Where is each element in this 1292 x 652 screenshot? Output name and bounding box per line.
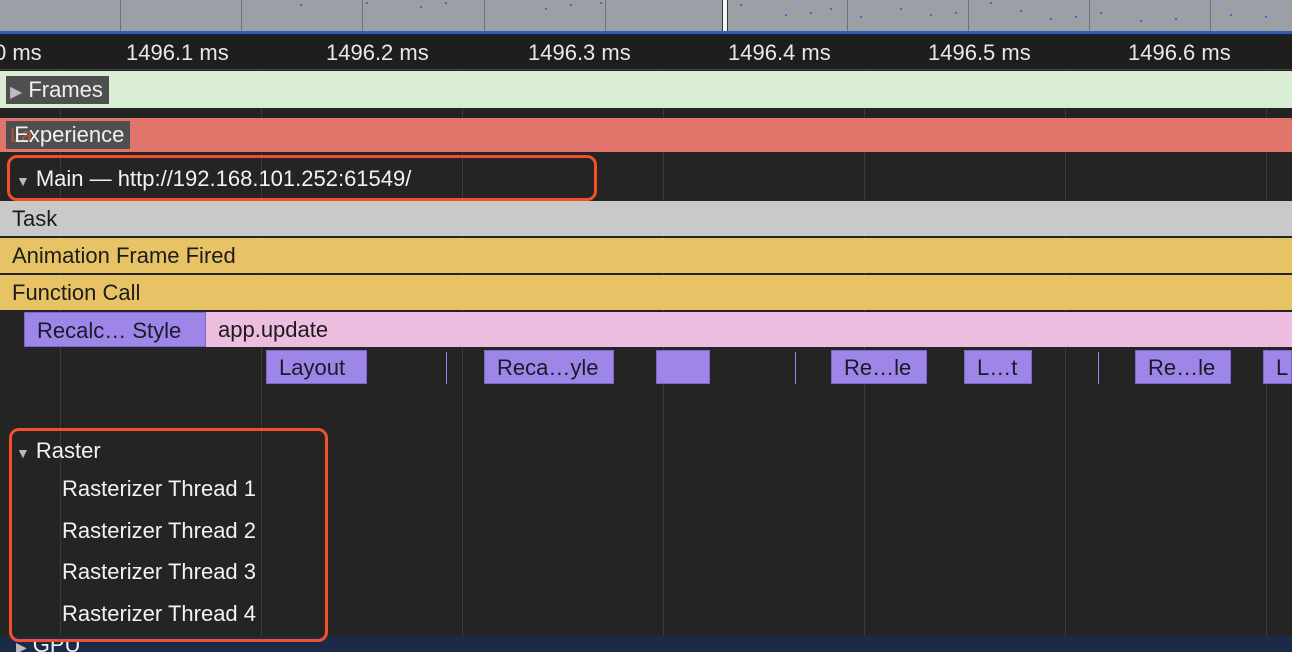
- overview-divider: [605, 0, 606, 32]
- ruler-tick: 0 ms: [0, 40, 42, 65]
- overview-sample: [545, 8, 547, 10]
- overview-sample: [445, 2, 447, 4]
- overview-sample: [1265, 16, 1267, 18]
- overview-sample: [1175, 18, 1177, 20]
- overview-sample: [810, 12, 812, 14]
- recalc-style-event[interactable]: Re…le: [831, 350, 927, 384]
- overview-divider: [847, 0, 848, 32]
- recalc-style-event[interactable]: Re…le: [1135, 350, 1231, 384]
- overview-divider: [120, 0, 121, 32]
- overview-sample: [420, 6, 422, 8]
- tiny-event[interactable]: [795, 352, 796, 384]
- overview-sample: [740, 4, 742, 6]
- overview-sample: [600, 2, 602, 4]
- overview-sample: [785, 14, 787, 16]
- function-call-bar[interactable]: Function Call: [0, 275, 1292, 310]
- rendering-event[interactable]: [656, 350, 710, 384]
- overview-window-handle[interactable]: [722, 0, 728, 32]
- recalc-style-bar[interactable]: Recalc… Style: [24, 312, 206, 347]
- animation-frame-bar[interactable]: Animation Frame Fired: [0, 238, 1292, 273]
- ruler-tick: 1496.3 ms: [528, 40, 631, 65]
- ruler-tick: 1496.1 ms: [126, 40, 229, 65]
- ruler-tick: 1496.4 ms: [728, 40, 831, 65]
- overview-divider: [968, 0, 969, 32]
- main-thread-highlight: [7, 155, 597, 201]
- overview-sample: [300, 4, 302, 6]
- layout-event[interactable]: L…t: [964, 350, 1032, 384]
- overview-sample: [1140, 20, 1142, 22]
- layout-event[interactable]: Layout: [266, 350, 367, 384]
- overview-divider: [241, 0, 242, 32]
- ruler-tick: 1496.5 ms: [928, 40, 1031, 65]
- layout-event[interactable]: L…: [1263, 350, 1292, 384]
- overview-divider: [484, 0, 485, 32]
- overview-divider: [1089, 0, 1090, 32]
- time-ruler: 0 ms 1496.1 ms 1496.2 ms 1496.3 ms 1496.…: [0, 34, 1292, 70]
- raster-highlight: [9, 428, 328, 642]
- experience-track-header[interactable]: LaExperience: [6, 121, 131, 149]
- overview-sample: [900, 8, 902, 10]
- overview-sample: [955, 12, 957, 14]
- overview-sample: [1230, 14, 1232, 16]
- timeline-overview[interactable]: [0, 0, 1292, 32]
- overview-sample: [570, 4, 572, 6]
- overview-sample: [1020, 10, 1022, 12]
- recalc-style-event[interactable]: Reca…yle: [484, 350, 614, 384]
- overview-sample: [1100, 12, 1102, 14]
- overview-divider: [362, 0, 363, 32]
- ruler-tick: 1496.6 ms: [1128, 40, 1231, 65]
- frames-label: Frames: [28, 77, 103, 102]
- expand-triangle-icon: ▶: [10, 84, 23, 101]
- overview-sample: [990, 2, 992, 4]
- experience-track[interactable]: LaExperience: [0, 118, 1292, 152]
- frames-track[interactable]: ▶ Frames: [0, 71, 1292, 108]
- tiny-event[interactable]: [446, 352, 447, 384]
- overview-sample: [1075, 16, 1077, 18]
- overview-sample: [830, 8, 832, 10]
- task-bar[interactable]: Task: [0, 201, 1292, 236]
- overview-sample: [930, 14, 932, 16]
- ruler-tick: 1496.2 ms: [326, 40, 429, 65]
- app-update-bar[interactable]: app.update: [206, 312, 1292, 347]
- overview-sample: [860, 16, 862, 18]
- expand-triangle-icon: ▶: [16, 640, 27, 652]
- overview-sample: [1050, 18, 1052, 20]
- tiny-event[interactable]: [1098, 352, 1099, 384]
- overview-sample: [366, 2, 368, 4]
- experience-label: Experience: [14, 122, 125, 147]
- frames-track-header[interactable]: ▶ Frames: [6, 76, 109, 104]
- overview-divider: [1210, 0, 1211, 32]
